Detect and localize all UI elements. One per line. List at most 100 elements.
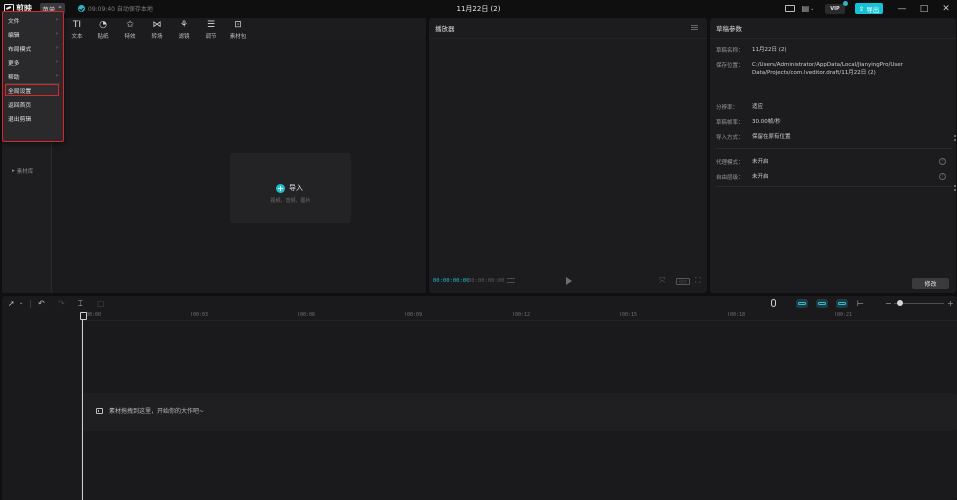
tool-sticker-label: 贴纸 (97, 34, 109, 40)
menu-item-layout-mode[interactable]: 布局模式 › (6, 42, 59, 54)
maximize-button[interactable]: □ (913, 0, 935, 17)
close-button[interactable]: ✕ (935, 0, 957, 17)
vip-badge[interactable]: VIP (825, 0, 848, 14)
redo-icon[interactable]: ↷ (58, 299, 65, 308)
tool-adjust[interactable]: ☰ 调节 (200, 20, 222, 40)
split-icon[interactable]: ⌶ (78, 299, 83, 308)
modify-button[interactable]: 修改 (912, 278, 949, 289)
total-timecode: 00:00:00:00 (468, 278, 505, 284)
tool-filter[interactable]: ⚘ 滤镜 (173, 20, 195, 40)
divider (716, 186, 952, 187)
linkage-toggle[interactable] (836, 299, 848, 308)
caret-right-icon: ▸ (12, 168, 15, 174)
param-row: 分辨率： 适应 (716, 103, 952, 111)
zoom-in-icon[interactable]: + (947, 299, 954, 308)
tool-effects[interactable]: ✩ 特效 (119, 20, 141, 40)
zoom-slider-handle[interactable] (897, 300, 903, 306)
autosave-text: 09:09:40 自动保存本地 (88, 6, 153, 13)
import-button[interactable]: + 导入 (276, 183, 303, 193)
autosave-status: 09:09:40 自动保存本地 (78, 4, 153, 13)
tool-package-label: 素材包 (229, 34, 247, 40)
menu-item-global-settings[interactable]: 全局设置 (5, 84, 59, 96)
auto-snap-toggle[interactable] (816, 299, 828, 308)
layout-button[interactable]: ▤ ⌄ (801, 3, 815, 14)
list-icon[interactable] (507, 278, 515, 283)
import-dropzone[interactable]: + 导入 视频、音频、图片 (230, 153, 351, 223)
menu-item-back-home[interactable]: 返回首页 (6, 98, 59, 110)
ruler-tick: 00:09 (404, 312, 423, 318)
menu-item-label: 更多 (8, 60, 20, 67)
param-row: 保存位置： C:/Users/Administrator/AppData/Loc… (716, 61, 952, 77)
tool-transition-label: 转场 (151, 34, 163, 40)
shortcut-button[interactable] (783, 3, 797, 14)
menu-item-file[interactable]: 文件 › (6, 14, 59, 26)
microphone-icon[interactable] (771, 299, 776, 307)
param-key: 代理模式： (716, 160, 744, 166)
ruler-tick: 00:18 (727, 312, 746, 318)
menu-item-label: 文件 (8, 18, 20, 25)
preview-axis-icon[interactable]: ⊢ (857, 299, 864, 308)
layout-icon: ▤ (801, 4, 810, 13)
divider (710, 38, 956, 39)
menu-item-label: 全局设置 (8, 88, 32, 95)
param-value: 未开启 (752, 159, 769, 165)
drop-hint: 素材拖拽到这里，开始你的大作吧~ (96, 406, 204, 415)
transition-icon: ⋈ (152, 20, 162, 30)
menu-item-label: 帮助 (8, 74, 20, 81)
chevron-down-icon: ⌄ (810, 5, 815, 12)
select-cursor-icon[interactable]: ➚ (8, 299, 15, 308)
ruler-tick: 00:12 (512, 312, 531, 318)
tool-sticker[interactable]: ◔ 贴纸 (92, 20, 114, 40)
timeline-ruler[interactable]: 00:00 00:03 00:06 00:09 00:12 00:15 00:1… (82, 311, 957, 321)
chevron-right-icon: › (56, 73, 58, 79)
current-timecode: 00:00:00:00 (433, 278, 470, 284)
drop-hint-text: 素材拖拽到这里，开始你的大作吧~ (109, 408, 205, 415)
menu-item-label: 布局模式 (8, 46, 32, 53)
param-row: 草稿名称： 11月22日 (2) (716, 46, 952, 54)
param-row: 导入方式： 保留在原有位置 (716, 133, 952, 141)
chevron-down-icon[interactable]: ⌄ (19, 299, 23, 308)
import-label: 导入 (289, 184, 303, 192)
menu-item-edit[interactable]: 编辑 › (6, 28, 59, 40)
sidebar-item-library-label: 素材库 (16, 169, 34, 175)
vip-label: VIP (830, 5, 840, 12)
main-menu-dropdown: 文件 › 编辑 › 布局模式 › 更多 › 帮助 › 全局设置 返回首页 退出剪… (2, 11, 64, 142)
menu-item-help[interactable]: 帮助 › (6, 70, 59, 82)
param-key: 保存位置： (716, 63, 744, 69)
tool-text[interactable]: TI 文本 (66, 20, 88, 40)
crop-icon[interactable]: ⤧ (659, 276, 665, 286)
delete-icon[interactable]: ▢ (97, 299, 105, 308)
help-icon[interactable]: ? (939, 158, 946, 165)
media-toolbar: ▣ 媒体 TI 文本 ◔ 贴纸 ✩ 特效 ⋈ 转场 ⚘ 滤镜 ☰ 调节 ⊡ 素材 (2, 18, 426, 40)
ratio-button[interactable]: 适应 (676, 278, 690, 285)
param-row: 自由层级： 未开启 (716, 173, 952, 181)
text-icon: TI (72, 20, 82, 30)
main-track-magnet-toggle[interactable] (796, 299, 808, 308)
help-icon[interactable]: ? (939, 173, 946, 180)
undo-icon[interactable]: ↶ (38, 299, 45, 308)
tool-package[interactable]: ⊡ 素材包 (227, 20, 249, 40)
filter-icon: ⚘ (179, 20, 189, 30)
player-title: 播放器 (435, 25, 455, 33)
menu-lines-icon[interactable] (691, 25, 698, 30)
export-button[interactable]: ⇪ 导出 (855, 3, 883, 14)
param-key: 自由层级： (716, 175, 744, 181)
sidebar-item-library[interactable]: ▸ 素材库 (12, 167, 33, 175)
zoom-out-icon[interactable]: − (885, 299, 892, 308)
fullscreen-icon[interactable]: ⛶ (695, 276, 701, 286)
param-value: 适应 (752, 104, 764, 110)
menu-item-more[interactable]: 更多 › (6, 56, 59, 68)
sticker-icon: ◔ (99, 20, 107, 30)
close-icon: ✕ (942, 3, 950, 14)
menu-item-exit-edit[interactable]: 退出剪辑 (6, 112, 59, 124)
minimize-button[interactable]: — (891, 0, 913, 17)
playhead[interactable] (80, 312, 87, 500)
package-icon: ⊡ (234, 20, 242, 30)
adjust-icon: ☰ (206, 20, 216, 30)
play-button[interactable] (566, 277, 572, 285)
keyboard-icon (785, 5, 795, 12)
tool-transition[interactable]: ⋈ 转场 (146, 20, 168, 40)
main-track-dropzone[interactable]: 素材拖拽到这里，开始你的大作吧~ (82, 393, 957, 431)
param-row: 草稿帧率： 30.00帧/秒 (716, 118, 952, 126)
track-headers (2, 311, 82, 500)
